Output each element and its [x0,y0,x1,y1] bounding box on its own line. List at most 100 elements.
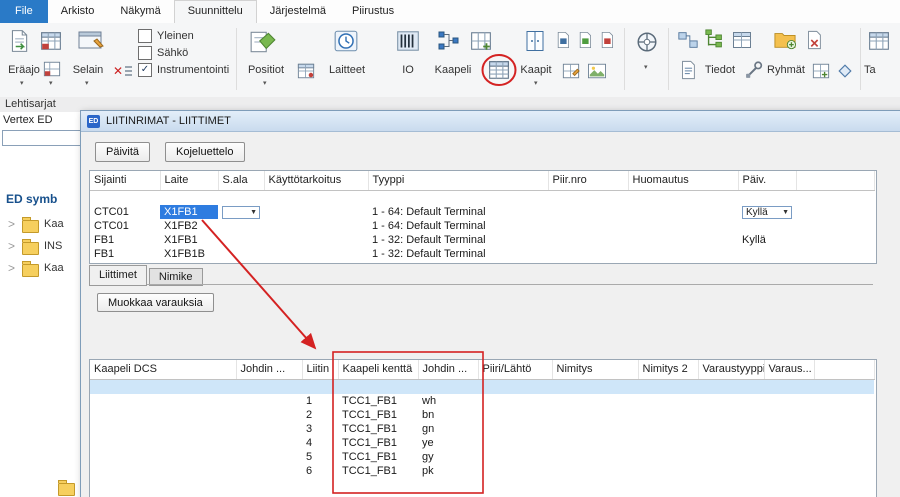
cell[interactable] [478,436,552,450]
table-row[interactable]: FB1 X1FB1B 1 - 32: Default Terminal [90,247,874,261]
cell-liitin[interactable]: 4 [302,436,338,450]
cell[interactable] [698,422,764,436]
muokkaa-varauksia-button[interactable]: Muokkaa varauksia [97,293,214,312]
table-row[interactable]: 4 TCC1_FB1 ye [90,436,874,450]
folder-add-icon[interactable] [772,28,798,52]
checkbox-instrumentointi-box[interactable]: ✓ [138,63,152,77]
tab-liittimet[interactable]: Liittimet [89,265,147,286]
cell[interactable] [90,394,236,408]
cell[interactable] [552,422,638,436]
cell[interactable] [90,380,236,395]
table-row[interactable]: 5 TCC1_FB1 gy [90,450,874,464]
col-tyyppi[interactable]: Tyyppi [368,171,548,191]
sala-combobox[interactable]: ▼ [222,206,260,219]
col-johdin-kentta[interactable]: Johdin ... [418,360,478,380]
cell[interactable] [478,450,552,464]
cell[interactable] [698,394,764,408]
cell-johdin[interactable]: gy [418,450,478,464]
table-row[interactable]: CTC01 X1FB1 ▼ 1 - 64: Default Terminal K… [90,205,874,219]
cell-johdin[interactable]: pk [418,464,478,478]
positiot-caret-icon[interactable]: ▾ [263,79,267,87]
cell-sijainti[interactable]: FB1 [90,233,160,247]
col-kaapeli-kentta[interactable]: Kaapeli kenttä [338,360,418,380]
cell-kaapeli-kentta[interactable]: TCC1_FB1 [338,422,418,436]
cell-liitin[interactable]: 3 [302,422,338,436]
cell[interactable] [638,464,698,478]
col-piirnro[interactable]: Piir.nro [548,171,628,191]
cell[interactable] [552,394,638,408]
col-sala[interactable]: S.ala [218,171,264,191]
tools-icon[interactable] [742,59,766,81]
chevron-right-icon[interactable]: > [8,239,15,253]
kaapeli-label[interactable]: Kaapeli [430,64,476,76]
cell[interactable] [264,247,368,261]
cell[interactable] [90,191,160,206]
combobox-caret-icon[interactable]: ▼ [782,206,789,219]
cell-sala[interactable]: ▼ [218,205,264,219]
cell[interactable] [236,394,302,408]
col-nimitys[interactable]: Nimitys [552,360,638,380]
cell[interactable] [638,408,698,422]
cell-sijainti[interactable]: FB1 [90,247,160,261]
tables-icon[interactable] [866,28,892,54]
cell[interactable] [552,436,638,450]
cable-connections-icon[interactable] [436,28,462,54]
batch-run-icon[interactable] [40,60,64,78]
cell[interactable] [218,191,264,206]
cell[interactable] [638,436,698,450]
cell[interactable] [236,464,302,478]
cell[interactable] [764,464,814,478]
cell-johdin[interactable]: ye [418,436,478,450]
cell[interactable] [638,422,698,436]
cell[interactable] [418,380,478,395]
ryhmat-label[interactable]: Ryhmät [764,64,808,76]
cell[interactable] [218,219,264,233]
cell[interactable] [628,205,738,219]
cell[interactable] [368,191,548,206]
symbol-search-input[interactable] [2,130,82,146]
batch-form-icon[interactable] [6,28,32,54]
cell[interactable] [264,233,368,247]
cell[interactable] [264,191,368,206]
list-doc-icon[interactable] [676,59,700,81]
cell[interactable] [638,380,698,395]
group-grid-icon[interactable] [810,61,832,81]
cell[interactable] [478,464,552,478]
ta-label[interactable]: Ta [864,64,898,76]
positions-table-icon[interactable] [296,62,316,80]
paiv-combobox[interactable]: Kyllä▼ [742,206,792,219]
group-diamond-icon[interactable] [834,61,856,81]
cell[interactable] [548,205,628,219]
tree-item-kaapelit[interactable]: > Kaa [0,216,84,234]
cell[interactable] [478,408,552,422]
cell[interactable] [628,219,738,233]
cell-johdin[interactable]: gn [418,422,478,436]
doc-remove-icon[interactable] [802,28,826,52]
kaapit-caret-icon[interactable]: ▾ [534,79,538,87]
cell[interactable] [338,380,418,395]
cell-kaapeli-kentta[interactable]: TCC1_FB1 [338,408,418,422]
cell[interactable] [738,247,796,261]
cell[interactable] [236,450,302,464]
cell-tyyppi[interactable]: 1 - 64: Default Terminal [368,205,548,219]
table-row[interactable]: 6 TCC1_FB1 pk [90,464,874,478]
tree-item-ins[interactable]: > INS [0,238,84,256]
checkbox-yleinen-box[interactable] [138,29,152,43]
checkbox-instrumentointi[interactable]: ✓ Instrumentointi [138,62,229,77]
cell[interactable] [764,450,814,464]
cell[interactable] [264,205,368,219]
cell[interactable] [218,233,264,247]
col-kaapeli-dcs[interactable]: Kaapeli DCS [90,360,236,380]
cell-laite[interactable]: X1FB1 [160,233,218,247]
tiedot-label[interactable]: Tiedot [700,64,740,76]
cell[interactable] [160,191,218,206]
doc-green-icon[interactable] [576,30,594,50]
cell[interactable] [236,408,302,422]
cell[interactable] [764,380,814,395]
io-icon[interactable] [394,27,422,55]
table-row[interactable]: 1 TCC1_FB1 wh [90,394,874,408]
kojeluettelo-button[interactable]: Kojeluettelo [165,142,245,162]
cell[interactable] [236,436,302,450]
pair-link-icon[interactable] [676,28,700,52]
col-varaustyyppi[interactable]: Varaustyyppi [698,360,764,380]
